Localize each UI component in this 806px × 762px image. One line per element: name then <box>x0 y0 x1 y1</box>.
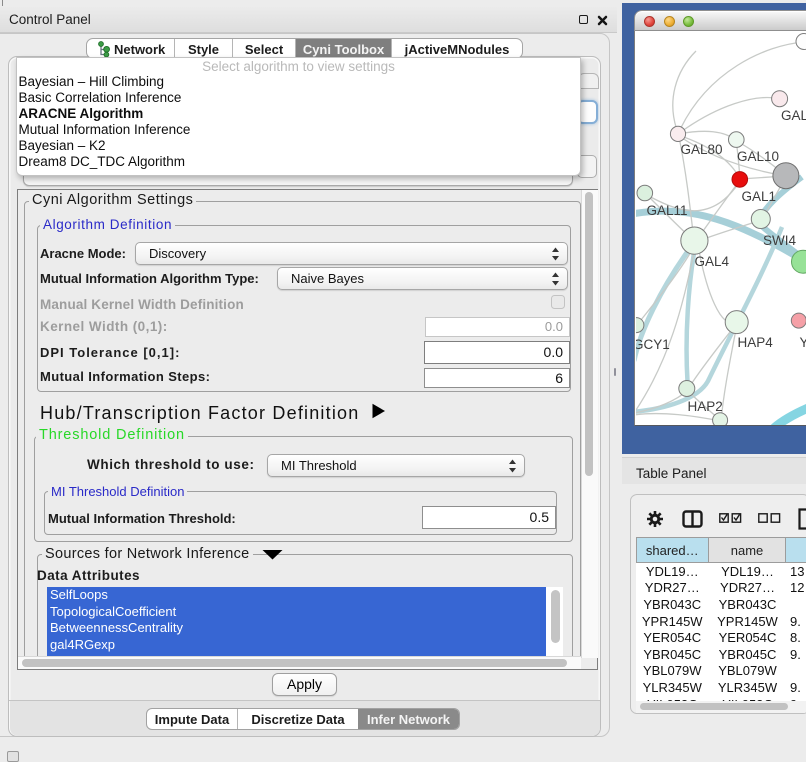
svg-text:YO: YO <box>800 335 806 350</box>
svg-text:HAP2: HAP2 <box>688 399 723 414</box>
svg-text:GAL4: GAL4 <box>695 254 730 269</box>
svg-text:GCY1: GCY1 <box>636 337 670 352</box>
svg-text:GAL1: GAL1 <box>742 189 777 204</box>
svg-text:GAL11: GAL11 <box>647 203 688 218</box>
svg-text:SWI4: SWI4 <box>763 233 796 248</box>
svg-text:GAL2: GAL2 <box>781 108 806 123</box>
svg-text:HAP4: HAP4 <box>738 335 774 350</box>
svg-text:GAL10: GAL10 <box>737 149 779 164</box>
svg-text:GAL80: GAL80 <box>681 142 723 157</box>
